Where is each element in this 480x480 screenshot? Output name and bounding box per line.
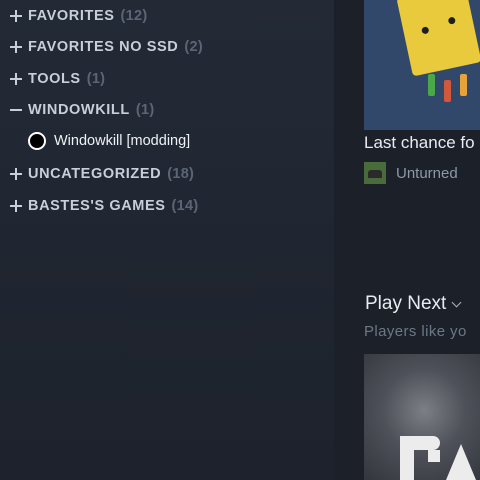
category-count: (14)	[171, 198, 199, 214]
expand-plus-icon[interactable]	[8, 166, 24, 182]
play-next-game-art[interactable]	[364, 354, 480, 480]
expand-plus-icon[interactable]	[8, 39, 24, 55]
game-name: Windowkill [modding]	[54, 133, 191, 149]
recent-game-art[interactable]	[364, 0, 480, 130]
recent-section-label: Last chance fo	[364, 133, 475, 152]
category-label: UNCATEGORIZED	[28, 166, 162, 182]
category-favorites[interactable]: FAVORITES (12)	[8, 5, 148, 27]
game-thumbnail-icon	[364, 162, 386, 184]
category-label: BASTES'S GAMES	[28, 198, 166, 214]
category-count: (2)	[184, 39, 203, 55]
category-bastes-games[interactable]: BASTES'S GAMES (14)	[8, 195, 199, 217]
category-label: FAVORITES NO SSD	[28, 39, 179, 55]
category-label: TOOLS	[28, 71, 81, 87]
expand-plus-icon[interactable]	[8, 71, 24, 87]
category-count: (1)	[86, 71, 106, 87]
library-sidebar: FAVORITES (12) FAVORITES NO SSD (2) TOOL…	[0, 0, 334, 480]
game-circle-icon	[28, 132, 46, 150]
category-count: (18)	[167, 166, 195, 182]
recent-game-item[interactable]: Unturned	[364, 162, 458, 184]
recent-game-name: Unturned	[396, 164, 458, 182]
category-favorites-no-ssd[interactable]: FAVORITES NO SSD (2)	[8, 36, 203, 58]
category-count: (1)	[135, 102, 155, 118]
category-label: WINDOWKILL	[28, 102, 130, 118]
category-count: (12)	[120, 8, 148, 24]
category-tools[interactable]: TOOLS (1)	[8, 68, 105, 90]
play-next-title: Play Next	[365, 293, 447, 314]
category-uncategorized[interactable]: UNCATEGORIZED (18)	[8, 163, 194, 185]
expand-plus-icon[interactable]	[8, 198, 24, 214]
category-label: FAVORITES	[28, 8, 115, 24]
play-next-subtitle: Players like yo	[364, 323, 467, 340]
game-art-figure	[396, 0, 480, 77]
game-item-windowkill[interactable]: Windowkill [modding]	[28, 130, 190, 152]
collapse-minus-icon[interactable]	[8, 102, 24, 118]
expand-plus-icon[interactable]	[8, 8, 24, 24]
category-windowkill[interactable]: WINDOWKILL (1)	[8, 99, 154, 121]
chevron-down-icon	[451, 297, 462, 307]
play-next-dropdown[interactable]: Play Next	[365, 293, 462, 315]
